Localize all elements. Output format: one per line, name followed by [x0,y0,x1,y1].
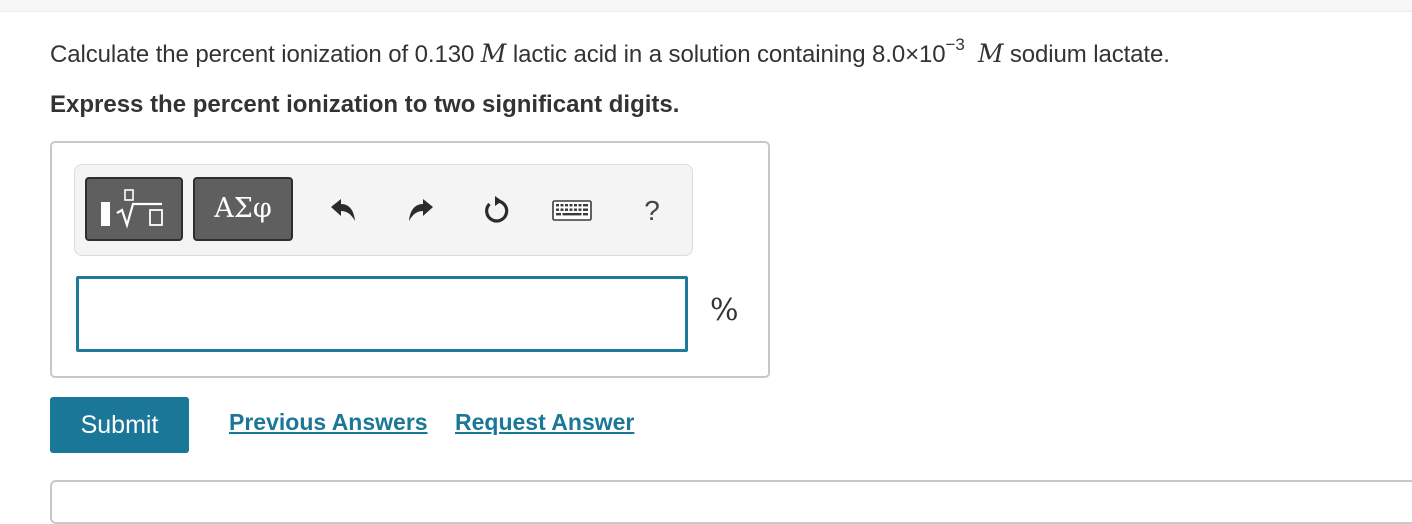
question-part-3: sodium lactate. [1003,41,1170,68]
answer-input[interactable] [76,276,688,352]
redo-button[interactable] [403,193,439,229]
question-part-2: lactic acid in a solution containing 8.0… [506,41,946,68]
exponent: −3 [945,35,965,54]
help-button[interactable]: ? [637,193,667,229]
molarity-symbol: M [480,39,507,68]
undo-icon [331,199,355,221]
reset-button[interactable] [478,193,514,229]
reset-icon [485,196,509,223]
keyboard-icon [552,200,592,221]
redo-icon [409,199,433,221]
templates-sqrt-icon [101,189,163,229]
next-panel [50,480,1412,524]
keyboard-button[interactable] [551,193,593,229]
question-part-1: Calculate the percent ionization of 0.13… [50,41,481,68]
molarity-symbol: M [977,39,1004,68]
top-bar [0,0,1412,12]
instruction-text: Express the percent ionization to two si… [50,91,680,118]
templates-button[interactable] [85,177,183,241]
request-answer-link[interactable]: Request Answer [455,409,634,436]
undo-button[interactable] [325,193,361,229]
question-text: Calculate the percent ionization of 0.13… [50,35,1170,69]
previous-answers-link[interactable]: Previous Answers [229,409,428,436]
unit-label: % [710,293,739,328]
math-toolbar: ΑΣφ ? [74,164,693,256]
answer-panel: ΑΣφ ? % [50,141,770,378]
submit-button[interactable]: Submit [50,397,189,453]
greek-symbols-label: ΑΣφ [214,193,272,224]
greek-symbols-button[interactable]: ΑΣφ [193,177,293,241]
